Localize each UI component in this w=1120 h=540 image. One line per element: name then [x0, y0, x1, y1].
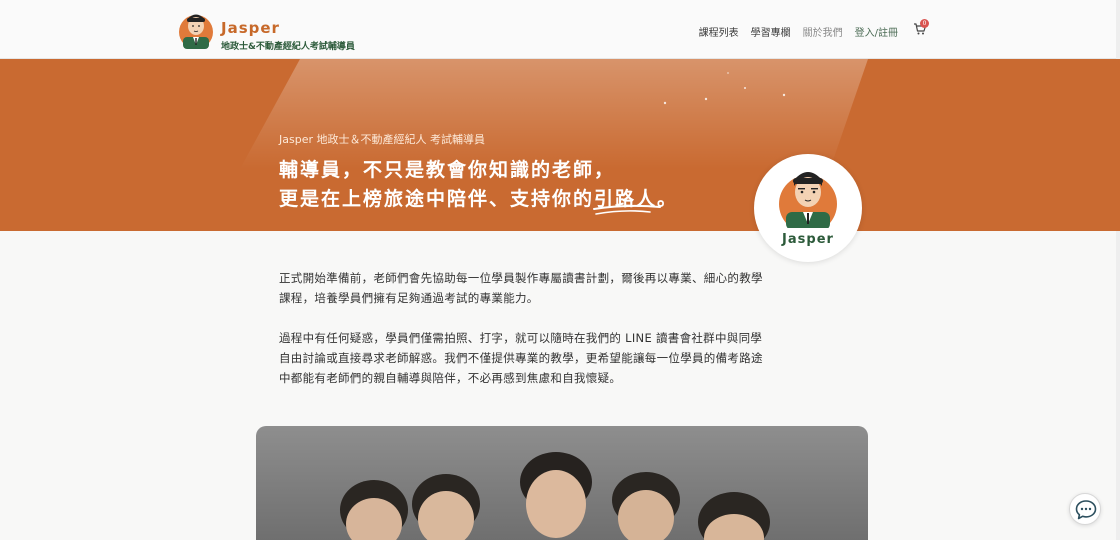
- main-nav: 課程列表 學習專欄 關於我們 登入/註冊: [687, 24, 898, 39]
- site-header: Jasper 地政士&不動產經紀人考試輔導員 課程列表 學習專欄 關於我們 登入…: [0, 0, 1120, 59]
- intro-paragraph-2: 過程中有任何疑惑，學員們僅需拍照、打字，就可以隨時在我們的 LINE 讀書會社群…: [279, 331, 763, 385]
- brand-logo[interactable]: Jasper 地政士&不動產經紀人考試輔導員: [177, 7, 357, 53]
- brand-tagline: 地政士&不動產經紀人考試輔導員: [221, 42, 355, 52]
- mascot-avatar-card: Jasper: [754, 154, 862, 262]
- hero-banner: Jasper 地政士＆不動產經紀人 考試輔導員 輔導員，不只是教會你知識的老師，…: [0, 59, 1120, 231]
- chat-button[interactable]: [1069, 493, 1101, 525]
- nav-about-us[interactable]: 關於我們: [803, 24, 843, 39]
- hero-headline-line1: 輔導員，不只是教會你知識的老師，: [279, 159, 616, 181]
- team-photo: [256, 426, 868, 540]
- team-photo-illustration: [340, 452, 770, 540]
- nav-login-register[interactable]: 登入/註冊: [855, 24, 898, 39]
- cart-count-badge: 0: [920, 19, 929, 28]
- brand-name: Jasper: [221, 19, 280, 37]
- nav-learning-column[interactable]: 學習專欄: [751, 24, 791, 39]
- intro-paragraph-1: 正式開始準備前，老師們會先協助每一位學員製作專屬讀書計劃，爾後再以專業、細心的教…: [279, 271, 763, 305]
- mascot-avatar-icon: [179, 14, 213, 49]
- headline-underline-stroke: [593, 204, 661, 215]
- hero-subtitle: Jasper 地政士＆不動產經紀人 考試輔導員: [279, 133, 485, 146]
- mascot-name: Jasper: [782, 232, 834, 247]
- nav-course-list[interactable]: 課程列表: [699, 24, 739, 39]
- chat-bubble-icon: [1075, 500, 1097, 520]
- mascot-portrait-icon: [779, 172, 837, 228]
